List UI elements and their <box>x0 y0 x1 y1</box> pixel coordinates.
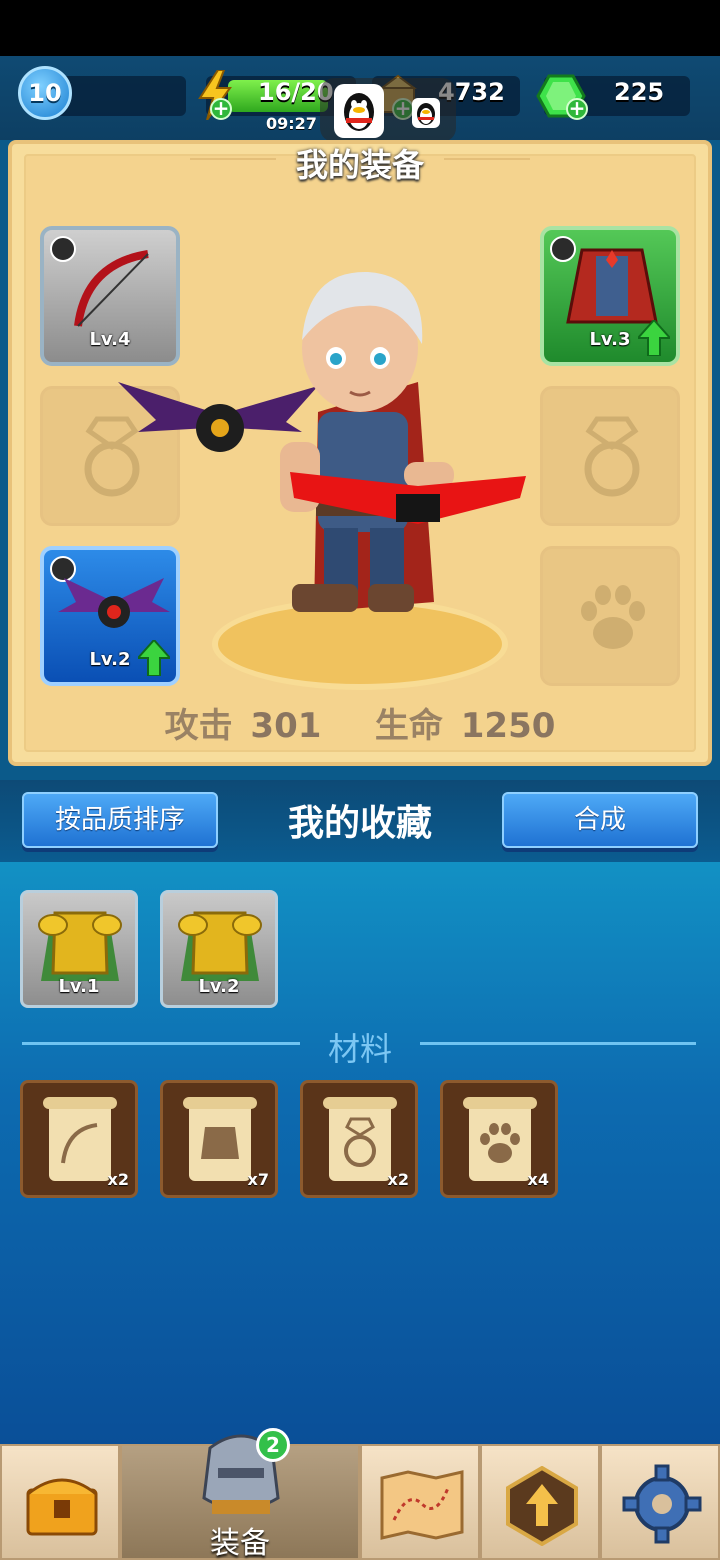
energy-timer: 09:27 <box>266 114 317 133</box>
collection-item[interactable]: Lv.2 <box>160 890 278 1008</box>
attack-label: 攻击 <box>164 706 233 746</box>
nav-settings-tab[interactable] <box>600 1444 720 1560</box>
armor-level: Lv.3 <box>589 329 631 350</box>
ring-scroll-icon <box>323 1097 397 1181</box>
hero-stats: 攻击 301 生命 1250 <box>0 698 720 747</box>
nav-equipment-label: 装备 <box>210 1526 270 1560</box>
add-gems-icon[interactable]: + <box>566 98 588 120</box>
paw-scroll-icon <box>463 1097 537 1181</box>
materials-label: 材料 <box>327 1030 392 1068</box>
gear-icon <box>622 1464 702 1544</box>
material-item[interactable]: x2 <box>300 1080 418 1198</box>
bow-scroll-icon <box>43 1097 117 1181</box>
qq-penguin-small-icon[interactable] <box>412 98 440 128</box>
material-count: x4 <box>527 1170 549 1189</box>
add-energy-icon[interactable]: + <box>210 98 232 120</box>
sort-by-quality-button[interactable]: 按品质排序 <box>22 792 218 848</box>
gem-count: 225 <box>614 78 665 106</box>
material-item[interactable]: x4 <box>440 1080 558 1198</box>
hp-label: 生命 <box>374 706 443 746</box>
attack-value: 301 <box>250 706 322 746</box>
material-count: x7 <box>247 1170 269 1189</box>
pet-slot-empty[interactable] <box>540 546 680 686</box>
materials-divider-left <box>22 1042 300 1045</box>
hp-value: 1250 <box>460 706 556 746</box>
collection-item[interactable]: Lv.1 <box>20 890 138 1008</box>
nav-map-tab[interactable] <box>360 1444 480 1560</box>
material-item[interactable]: x2 <box>20 1080 138 1198</box>
nav-shop-tab[interactable] <box>0 1444 120 1560</box>
material-count: x2 <box>387 1170 409 1189</box>
status-bar <box>0 0 720 56</box>
ring-placeholder-icon <box>584 416 640 497</box>
item-level: Lv.1 <box>58 976 100 997</box>
treasure-chest-icon <box>26 1478 98 1536</box>
equipment-notification-badge: 2 <box>256 1428 290 1462</box>
ring-slot-right[interactable] <box>540 386 680 526</box>
gold-armor-icon <box>38 911 122 981</box>
material-item[interactable]: x7 <box>160 1080 278 1198</box>
collection-title: 我的收藏 <box>287 803 432 844</box>
item-level: Lv.2 <box>198 976 240 997</box>
treasure-map-icon <box>380 1470 464 1540</box>
equipment-title: 我的装备 <box>295 146 424 184</box>
hero-character[interactable] <box>118 262 538 662</box>
armor-slot[interactable]: Lv.3 <box>540 226 680 366</box>
materials-divider-right <box>420 1042 696 1045</box>
merge-button[interactable]: 合成 <box>502 792 698 848</box>
armor-scroll-icon <box>183 1097 257 1181</box>
player-level-badge[interactable]: 10 <box>18 66 72 120</box>
qq-penguin-icon[interactable] <box>334 84 384 138</box>
nav-upgrade-tab[interactable] <box>480 1444 600 1560</box>
material-count: x2 <box>107 1170 129 1189</box>
gold-armor-icon <box>178 911 262 981</box>
paw-placeholder-icon <box>581 585 645 649</box>
upgrade-arrow-hex-icon <box>506 1466 578 1546</box>
